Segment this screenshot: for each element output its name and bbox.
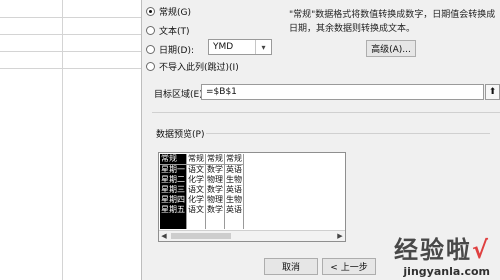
radio-text[interactable]: 文本(T)	[146, 24, 190, 37]
preview-cell	[224, 215, 244, 229]
preview-cell: 化学	[186, 195, 206, 205]
grid-line	[0, 34, 141, 35]
preview-cell: 物理	[205, 195, 225, 205]
preview-cell: 数学	[205, 185, 225, 195]
grid-line	[0, 17, 141, 18]
data-preview-box[interactable]: 常规 常规 常规 常规 星期一 语文 数学 英语 星期二 化学 物理 生物 星期…	[158, 152, 346, 242]
format-description: "常规"数据格式将数值转换成数字，日期值会转换成日期，其余数据则转换成文本。	[289, 10, 496, 34]
preview-cell: 语文	[186, 164, 206, 175]
collapse-range-icon[interactable]: ⬆	[485, 84, 500, 100]
preview-cell: 英语	[224, 185, 244, 195]
preview-label: 数据预览(P)	[156, 130, 205, 140]
radio-general[interactable]: 常规(G)	[146, 5, 191, 18]
text-import-wizard-step3: 常规(G) 文本(T) 日期(D): YMD ▾ 不导入此列(跳过)(I) "常…	[142, 0, 500, 280]
column-type[interactable]: 常规	[186, 154, 206, 165]
target-label: 目标区域(E):	[154, 90, 206, 100]
scroll-right-icon[interactable]: ▶	[335, 231, 345, 241]
preview-cell: 星期五	[160, 205, 187, 215]
preview-cell: 星期二	[160, 175, 187, 185]
column-type[interactable]: 常规	[160, 154, 187, 165]
radio-unchecked-icon	[146, 26, 155, 35]
radio-checked-icon	[146, 7, 155, 16]
preview-table: 常规 常规 常规 常规 星期一 语文 数学 英语 星期二 化学 物理 生物 星期…	[160, 154, 244, 229]
preview-row: 星期二 化学 物理 生物	[160, 175, 244, 185]
preview-header-row: 常规 常规 常规 常规	[160, 154, 244, 165]
horizontal-scrollbar[interactable]: ◀ ▶	[159, 230, 345, 241]
preview-cell: 物理	[205, 175, 225, 185]
divider	[206, 133, 490, 134]
scroll-thumb[interactable]	[171, 233, 231, 239]
preview-cell: 化学	[186, 175, 206, 185]
radio-skip-column[interactable]: 不导入此列(跳过)(I)	[146, 60, 239, 73]
preview-row: 星期五 语文 数学 英语	[160, 205, 244, 215]
preview-cell: 生物	[224, 175, 244, 185]
radio-unchecked-icon	[146, 45, 155, 54]
preview-cell: 星期四	[160, 195, 187, 205]
target-input[interactable]: =$B$1	[201, 84, 484, 100]
grid-line	[0, 51, 141, 52]
advanced-button[interactable]: 高级(A)...	[366, 40, 416, 57]
preview-cell	[160, 215, 187, 229]
grid-line	[0, 68, 141, 69]
preview-cell: 数学	[205, 164, 225, 175]
preview-cell: 生物	[224, 195, 244, 205]
radio-unchecked-icon	[146, 62, 155, 71]
date-format-select[interactable]: YMD ▾	[208, 39, 272, 55]
preview-cell: 英语	[224, 205, 244, 215]
preview-cell	[186, 215, 206, 229]
divider	[152, 112, 500, 113]
preview-cell: 星期一	[160, 164, 187, 175]
scroll-left-icon[interactable]: ◀	[159, 231, 169, 241]
spreadsheet-grid[interactable]	[0, 0, 142, 280]
column-type[interactable]: 常规	[205, 154, 225, 165]
cancel-button[interactable]: 取消	[264, 258, 318, 275]
preview-row: 星期四 化学 物理 生物	[160, 195, 244, 205]
preview-row: 星期三 语文 数学 英语	[160, 185, 244, 195]
preview-cell	[205, 215, 225, 229]
chevron-down-icon: ▾	[255, 40, 271, 54]
preview-cell: 语文	[186, 205, 206, 215]
back-button[interactable]: < 上一步	[322, 258, 376, 275]
grid-line	[62, 0, 63, 280]
preview-cell: 英语	[224, 164, 244, 175]
preview-row	[160, 215, 244, 229]
preview-cell: 星期三	[160, 185, 187, 195]
preview-cell: 数学	[205, 205, 225, 215]
preview-cell: 语文	[186, 185, 206, 195]
radio-date[interactable]: 日期(D):	[146, 43, 194, 56]
column-type[interactable]: 常规	[224, 154, 244, 165]
preview-row: 星期一 语文 数学 英语	[160, 164, 244, 175]
